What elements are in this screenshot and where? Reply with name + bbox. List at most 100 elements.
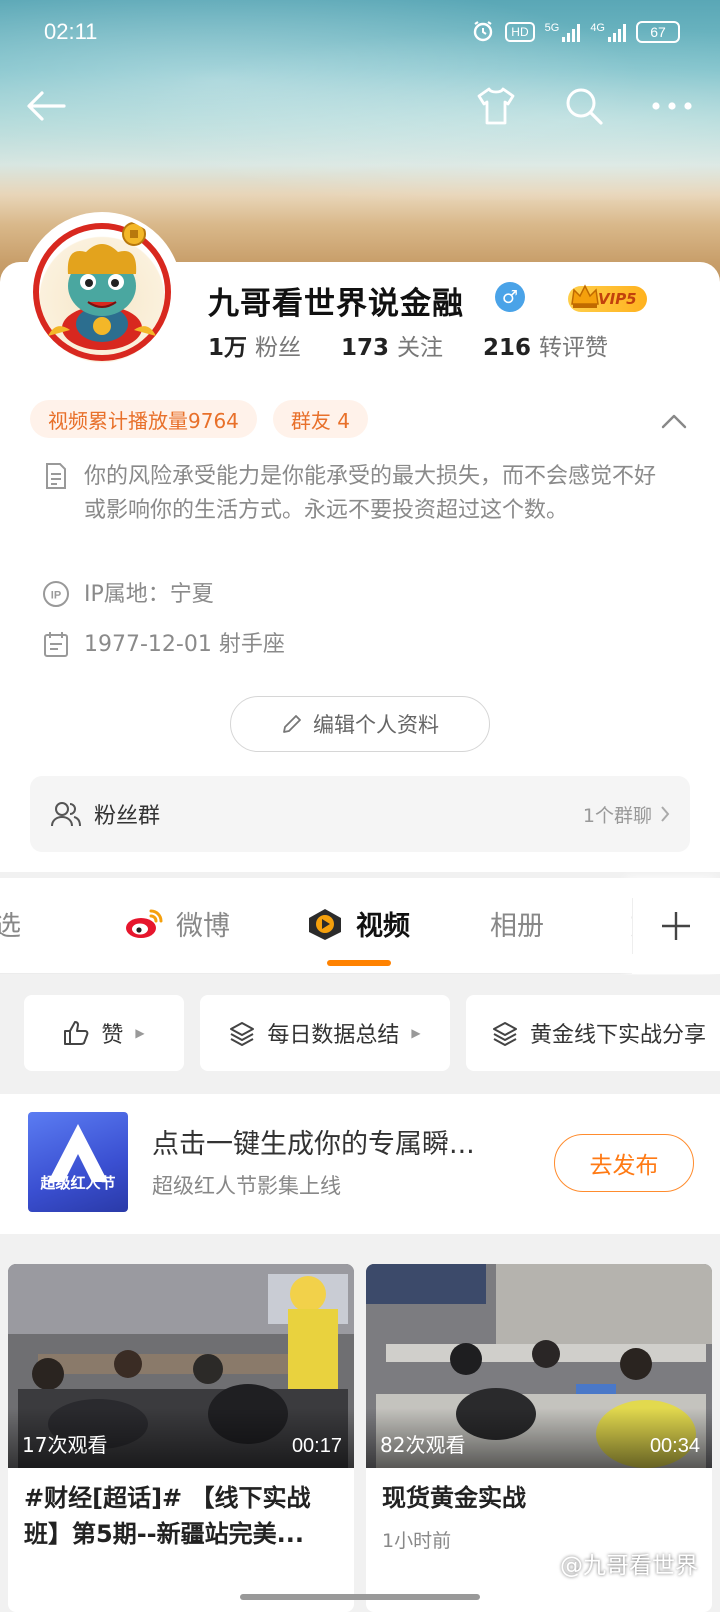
profile-stats: 1万 粉丝 173 关注 216 转评赞 (208, 328, 608, 362)
battery-icon: 67 (636, 21, 680, 43)
vip-badge[interactable]: VIP5 (568, 284, 647, 312)
video-thumbnail: 17次观看 00:17 (8, 1264, 354, 1468)
video-views: 17次观看 (22, 1433, 108, 1457)
chevron-up-icon (661, 414, 687, 429)
signal-4g-icon: 4G (590, 22, 626, 42)
thumbs-up-icon (64, 1021, 89, 1045)
edit-profile-button[interactable]: 编辑个人资料 (230, 696, 490, 752)
caret-right-icon: ▶ (135, 1026, 145, 1040)
watermark-text: @九哥看世界 (560, 1553, 698, 1579)
following-count: 173 (341, 335, 390, 361)
home-indicator[interactable] (240, 1594, 480, 1600)
video-title: 现货黄金实战 (382, 1484, 526, 1512)
video-plays-chip[interactable]: 视频累计播放量9764 (30, 400, 257, 438)
layers-icon (230, 1022, 255, 1046)
signal-5g-icon: 5G (545, 22, 581, 42)
network-5g-label: 5G (544, 22, 560, 34)
promo-title: 点击一键生成你的专属瞬... (152, 1129, 475, 1160)
tab-selected-label: 选 (0, 911, 21, 942)
status-icons: HD 5G 4G 67 (471, 19, 680, 46)
video-filters: 赞 ▶ 每日数据总结 ▶ 黄金线下实战分享 (0, 975, 720, 1087)
back-arrow-icon (27, 91, 66, 121)
bio-row: 你的风险承受能力是你能承受的最大损失，而不会感觉不好或影响你的生活方式。永远不要… (42, 460, 664, 528)
interactions-stat[interactable]: 216 转评赞 (483, 328, 608, 362)
collapse-info-button[interactable] (658, 405, 690, 437)
bio-text: 你的风险承受能力是你能承受的最大损失，而不会感觉不好或影响你的生活方式。永远不要… (84, 464, 657, 523)
interactions-count: 216 (483, 335, 532, 361)
top-navigation (22, 82, 696, 130)
interactions-label: 转评赞 (539, 335, 609, 361)
active-tab-indicator (327, 960, 391, 966)
video-views: 82次观看 (380, 1433, 466, 1457)
male-gender-icon: ♂ (495, 282, 525, 312)
more-dots-icon (652, 102, 692, 110)
filter-daily-summary-label: 每日数据总结 (267, 1023, 400, 1048)
ip-row: IP IP属地：宁夏 (42, 578, 664, 612)
group-people-icon (51, 802, 81, 827)
fan-group-count-text: 1个群聊 (582, 804, 652, 827)
followers-label: 粉丝 (255, 335, 302, 361)
ip-location-text: IP属地：宁夏 (84, 582, 214, 607)
network-4g-label: 4G (590, 22, 605, 34)
profile-chips: 视频累计播放量9764 群友 4 (30, 400, 368, 438)
alarm-icon (471, 19, 495, 46)
promo-subtitle: 超级红人节影集上线 (152, 1174, 341, 1198)
crown-icon (571, 284, 599, 308)
super-star-festival-thumbnail: 超级红人节 (28, 1112, 128, 1212)
chevron-right-icon (661, 806, 670, 822)
search-button[interactable] (560, 82, 608, 130)
document-icon (42, 462, 70, 490)
followers-count: 1万 (208, 335, 248, 361)
add-tab-button[interactable] (632, 878, 720, 974)
video-thumbnail: 82次观看 00:34 (366, 1264, 712, 1468)
vip-level-label: VIP5 (598, 290, 637, 308)
followers-stat[interactable]: 1万 粉丝 (208, 328, 301, 362)
back-button[interactable] (22, 82, 70, 130)
video-title: #财经[超话]# 【线下实战班】第5期--新疆站完美... (24, 1484, 311, 1548)
skin-button[interactable] (472, 82, 520, 130)
filter-gold-offline-label: 黄金线下实战分享 (530, 1023, 707, 1048)
birthday-text: 1977-12-01 射手座 (84, 632, 285, 657)
tab-weibo-label: 微博 (176, 911, 230, 942)
avatar[interactable] (22, 212, 182, 372)
filter-likes-label: 赞 (101, 1023, 124, 1048)
pencil-icon (283, 715, 301, 733)
more-button[interactable] (648, 82, 696, 130)
publish-button[interactable]: 去发布 (554, 1134, 694, 1192)
fan-group-count: 1个群聊 (583, 801, 670, 828)
status-time: 02:11 (44, 19, 98, 44)
svg-text:IP: IP (51, 590, 61, 602)
search-icon (566, 88, 603, 125)
tshirt-icon (477, 87, 515, 125)
watermark: @九哥看世界 (560, 1546, 698, 1580)
tab-weibo[interactable]: 微博 (124, 904, 230, 943)
profile-username: 九哥看世界说金融 (208, 286, 464, 322)
following-stat[interactable]: 173 关注 (341, 328, 443, 362)
edit-profile-label: 编辑个人资料 (313, 713, 439, 737)
filter-likes[interactable]: 赞 ▶ (24, 995, 184, 1071)
filter-gold-offline[interactable]: 黄金线下实战分享 (466, 995, 720, 1071)
fan-group-label: 粉丝群 (94, 804, 161, 829)
weibo-logo-icon (126, 909, 163, 938)
following-label: 关注 (397, 335, 444, 361)
video-duration: 00:34 (649, 1435, 700, 1457)
calendar-icon (42, 630, 70, 658)
tab-video[interactable]: 视频 (306, 904, 410, 943)
tab-album[interactable]: 相册 (490, 904, 544, 943)
profile-tabbar: 选 微博 视频 相册 文 (0, 878, 720, 974)
video-card[interactable]: 17次观看 00:17 #财经[超话]# 【线下实战班】第5期--新疆站完美..… (8, 1264, 354, 1612)
caret-right-icon: ▶ (411, 1026, 421, 1040)
promo-banner[interactable]: 超级红人节 点击一键生成你的专属瞬... 超级红人节影集上线 去发布 (0, 1094, 720, 1234)
thumb-caption: 超级红人节 (40, 1174, 116, 1192)
tab-video-label: 视频 (356, 911, 410, 942)
video-duration: 00:17 (291, 1435, 342, 1457)
video-play-badge-icon (309, 908, 341, 940)
lion-mascot-avatar-icon (33, 222, 171, 361)
birthday-row: 1977-12-01 射手座 (42, 628, 664, 662)
group-members-chip[interactable]: 群友 4 (272, 400, 368, 438)
plus-icon (662, 912, 690, 940)
filter-daily-summary[interactable]: 每日数据总结 ▶ (200, 995, 450, 1071)
tab-selected[interactable]: 选 (0, 904, 21, 943)
layers-icon (493, 1022, 517, 1046)
fan-group-row[interactable]: 粉丝群 1个群聊 (30, 776, 690, 852)
